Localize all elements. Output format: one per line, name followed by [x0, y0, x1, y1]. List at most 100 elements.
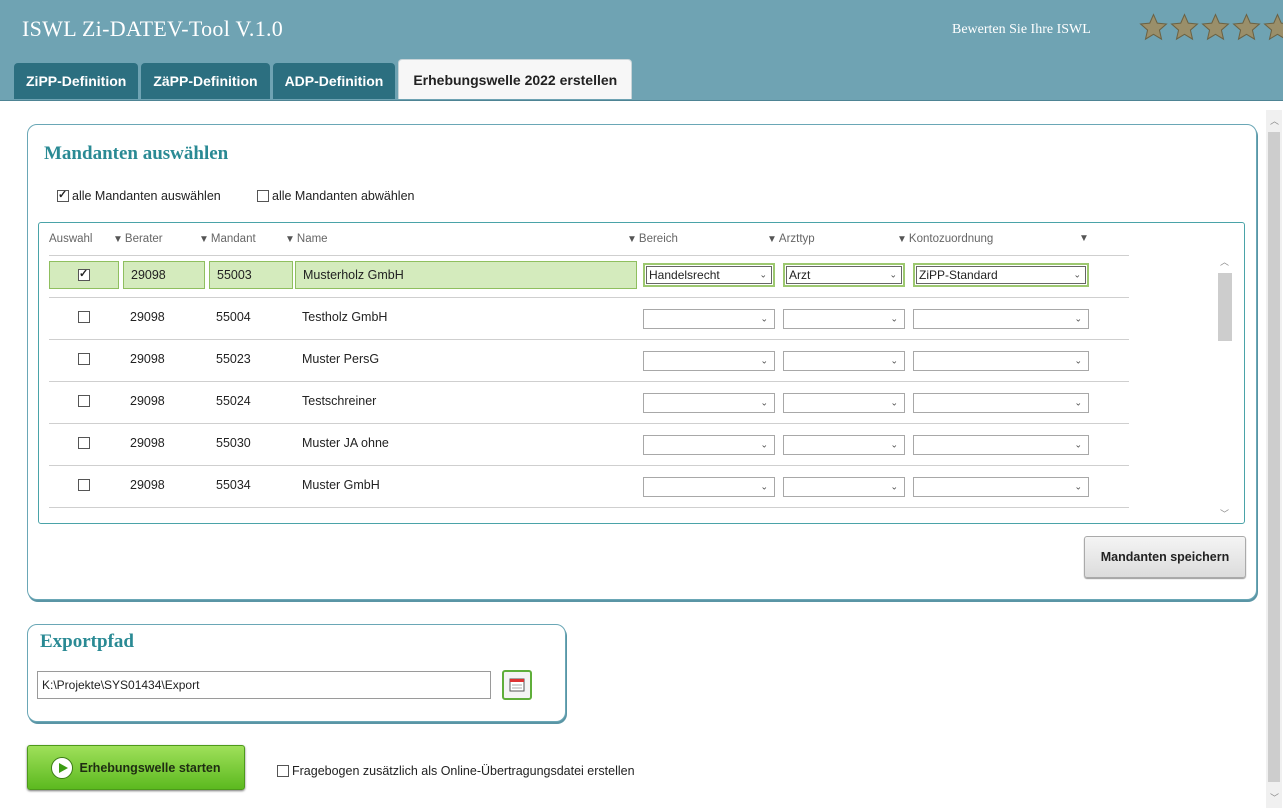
- chevron-down-icon: ⌄: [760, 313, 768, 324]
- auswahl-cell[interactable]: [49, 303, 119, 331]
- kontozuordnung-dropdown[interactable]: ZiPP-Standard ⌄: [913, 263, 1089, 287]
- start-erhebungswelle-button[interactable]: Erhebungswelle starten: [27, 745, 245, 790]
- scroll-up-icon[interactable]: ︿: [1270, 114, 1279, 127]
- auswahl-cell[interactable]: [49, 345, 119, 373]
- star-icon[interactable]: [1231, 12, 1262, 43]
- column-header-mandant[interactable]: ▼ Mandant: [199, 233, 256, 245]
- filter-icon[interactable]: ▼: [113, 234, 123, 245]
- title-bar: ISWL Zi-DATEV-Tool V.1.0 Bewerten Sie Ih…: [0, 0, 1283, 101]
- tab-erhebungswelle[interactable]: Erhebungswelle 2022 erstellen: [398, 59, 633, 99]
- column-header-bereich[interactable]: ▼ Bereich: [627, 233, 678, 245]
- filter-icon[interactable]: ▼: [1079, 233, 1089, 244]
- bereich-dropdown[interactable]: Handelsrecht ⌄: [643, 263, 775, 287]
- auswahl-cell[interactable]: [49, 387, 119, 415]
- star-icon[interactable]: [1200, 12, 1231, 43]
- star-icon[interactable]: [1262, 12, 1283, 43]
- arzttyp-dropdown[interactable]: ⌄: [783, 309, 905, 329]
- bereich-value: Handelsrecht: [649, 268, 720, 282]
- arzttyp-dropdown[interactable]: ⌄: [783, 435, 905, 455]
- row-checkbox[interactable]: [78, 311, 90, 323]
- table-row[interactable]: 29098 55004 Testholz GmbH ⌄ ⌄ ⌄: [49, 297, 1129, 339]
- row-checkbox[interactable]: [78, 395, 90, 407]
- auswahl-cell[interactable]: [49, 471, 119, 499]
- column-header-arzttyp[interactable]: ▼ Arzttyp: [767, 233, 815, 245]
- kontozuordnung-dropdown[interactable]: ⌄: [913, 393, 1089, 413]
- select-all-option[interactable]: alle Mandanten auswählen: [57, 188, 221, 203]
- mandant-cell: 55023: [216, 352, 251, 366]
- auswahl-cell[interactable]: [49, 429, 119, 457]
- column-header-extra[interactable]: ▼: [1079, 233, 1091, 244]
- auswahl-cell[interactable]: [49, 261, 119, 289]
- grid-scrollbar-thumb[interactable]: [1218, 273, 1232, 341]
- filter-icon[interactable]: ▼: [897, 234, 907, 245]
- star-icon[interactable]: [1169, 12, 1200, 43]
- bereich-dropdown[interactable]: ⌄: [643, 309, 775, 329]
- kontozuordnung-dropdown[interactable]: ⌄: [913, 309, 1089, 329]
- app-title: ISWL Zi-DATEV-Tool V.1.0: [22, 16, 284, 41]
- bereich-dropdown[interactable]: ⌄: [643, 477, 775, 497]
- column-header-name[interactable]: ▼ Name: [285, 233, 328, 245]
- row-divider: [49, 507, 1129, 508]
- tab-zaepp-definition[interactable]: ZäPP-Definition: [141, 63, 270, 99]
- name-cell: Muster JA ohne: [302, 436, 389, 450]
- main-scrollbar-thumb[interactable]: [1268, 132, 1280, 782]
- scroll-down-icon[interactable]: ﹀: [1220, 507, 1229, 520]
- mandant-cell: 55034: [216, 478, 251, 492]
- name-cell: Musterholz GmbH: [295, 261, 637, 289]
- online-file-option[interactable]: Fragebogen zusätzlich als Online-Übertra…: [277, 763, 635, 778]
- filter-icon[interactable]: ▼: [627, 234, 637, 245]
- chevron-down-icon: ⌄: [890, 355, 898, 366]
- chevron-down-icon: ⌄: [760, 439, 768, 450]
- row-checkbox[interactable]: [78, 437, 90, 449]
- play-icon: [51, 756, 74, 779]
- rating-stars[interactable]: [1138, 12, 1283, 43]
- mandant-cell: 55024: [216, 394, 251, 408]
- name-cell: Muster GmbH: [302, 478, 380, 492]
- column-header-berater[interactable]: ▼ Berater: [113, 233, 163, 245]
- table-row[interactable]: 29098 55023 Muster PersG ⌄ ⌄ ⌄: [49, 339, 1129, 381]
- kontozuordnung-dropdown[interactable]: ⌄: [913, 435, 1089, 455]
- rate-label[interactable]: Bewerten Sie Ihre ISWL: [952, 22, 1091, 38]
- scroll-down-icon[interactable]: ﹀: [1270, 791, 1279, 804]
- filter-icon[interactable]: ▼: [199, 234, 209, 245]
- arzttyp-dropdown[interactable]: ⌄: [783, 351, 905, 371]
- arzttyp-dropdown[interactable]: ⌄: [783, 477, 905, 497]
- export-path-input[interactable]: K:\Projekte\SYS01434\Export: [37, 671, 491, 699]
- browse-button[interactable]: [502, 670, 532, 700]
- row-checkbox[interactable]: [78, 479, 90, 491]
- column-header-label: Bereich: [638, 233, 678, 245]
- tab-adp-definition[interactable]: ADP-Definition: [272, 63, 396, 99]
- online-file-checkbox[interactable]: [277, 764, 289, 777]
- mandanten-title: Mandanten auswählen: [44, 143, 229, 164]
- deselect-all-checkbox[interactable]: [257, 189, 269, 202]
- table-row[interactable]: 29098 55030 Muster JA ohne ⌄ ⌄ ⌄: [49, 423, 1129, 465]
- mandanten-grid: Auswahl ▼ Berater ▼ Mandant ▼ Name ▼ Bereich…: [38, 222, 1245, 524]
- name-cell: Testholz GmbH: [302, 310, 388, 324]
- tab-zipp-definition[interactable]: ZiPP-Definition: [14, 63, 139, 99]
- filter-icon[interactable]: ▼: [285, 234, 295, 245]
- table-row[interactable]: 2909855003Musterholz GmbHHandelsrecht⌄Ar…: [49, 255, 1129, 297]
- arzttyp-dropdown[interactable]: ⌄: [783, 393, 905, 413]
- kontozuordnung-dropdown[interactable]: ⌄: [913, 351, 1089, 371]
- bereich-dropdown[interactable]: ⌄: [643, 435, 775, 455]
- filter-icon[interactable]: ▼: [767, 234, 777, 245]
- row-checkbox[interactable]: [78, 267, 90, 281]
- save-mandanten-button[interactable]: Mandanten speichern: [1084, 536, 1246, 578]
- column-header-auswahl[interactable]: Auswahl: [49, 233, 92, 245]
- column-header-kontozuordnung[interactable]: ▼ Kontozuordnung: [897, 233, 993, 245]
- table-row[interactable]: 29098 55034 Muster GmbH ⌄ ⌄ ⌄: [49, 465, 1129, 507]
- bereich-dropdown[interactable]: ⌄: [643, 351, 775, 371]
- row-checkbox[interactable]: [78, 353, 90, 365]
- kontozuordnung-dropdown[interactable]: ⌄: [913, 477, 1089, 497]
- online-file-label: Fragebogen zusätzlich als Online-Übertra…: [292, 763, 635, 778]
- deselect-all-option[interactable]: alle Mandanten abwählen: [257, 188, 414, 203]
- main-scrollbar[interactable]: ︿ ﹀: [1266, 110, 1282, 808]
- arzttyp-dropdown[interactable]: Arzt ⌄: [783, 263, 905, 287]
- scroll-up-icon[interactable]: ︿: [1220, 255, 1229, 268]
- star-icon[interactable]: [1138, 12, 1169, 43]
- grid-scrollbar[interactable]: ︿ ﹀: [1216, 255, 1234, 520]
- calendar-folder-icon: [509, 678, 525, 692]
- bereich-dropdown[interactable]: ⌄: [643, 393, 775, 413]
- select-all-checkbox[interactable]: [57, 188, 69, 202]
- table-row[interactable]: 29098 55024 Testschreiner ⌄ ⌄ ⌄: [49, 381, 1129, 423]
